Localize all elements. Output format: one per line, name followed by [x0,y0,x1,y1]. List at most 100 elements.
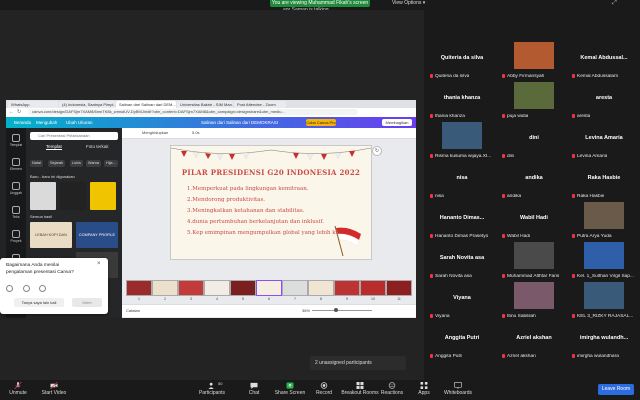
participant-tile[interactable]: puja widia [498,80,570,120]
participant-tile[interactable]: Muhammad Althfar Faris [498,240,570,280]
filter-chip[interactable]: Lukis [70,160,83,167]
start-video-button[interactable]: Start Video [34,382,74,396]
participant-tile[interactable]: Kemal Abdussal... Kemal Abdussalam [568,40,640,80]
participant-tile[interactable]: Raka Hasbie Raka Hasbie [568,160,640,200]
tab-templates[interactable]: Templat [46,144,62,150]
participant-tile[interactable]: Wabil Hadi Wabil Hadi [498,200,570,240]
participant-tile[interactable]: imirgha wulandh... imirgha wulandhara [568,320,640,360]
participant-tile[interactable]: dini dini [498,120,570,160]
rail-elements[interactable]: Elemen [6,158,26,171]
slide-thumb[interactable]: 11 [386,280,412,301]
filter-chip[interactable]: Warna [86,160,102,167]
muted-mic-icon [502,114,505,118]
participant-tile[interactable]: Abby Firmansyah [498,40,570,80]
file-menu[interactable]: Mengubah [36,117,57,128]
slide-thumb-active[interactable]: 6 [256,280,282,301]
rating-option[interactable] [6,285,13,292]
participant-tile[interactable]: Anggita Putri Anggita Putri [426,320,498,360]
participant-tile[interactable]: Risma kusuma wijaya.XI... [426,120,498,160]
slide-thumb[interactable]: 10 [360,280,386,301]
unassigned-participants[interactable]: 2 unassigned participants [310,356,406,370]
muted-mic-icon [502,354,505,358]
chat-button[interactable]: Chat [234,382,274,396]
whiteboards-button[interactable]: Whiteboards [438,382,478,396]
slide-thumb[interactable]: 3 [178,280,204,301]
filter-chip[interactable]: Natal [30,160,43,167]
notes-button[interactable]: Catatan [126,308,140,313]
slide-thumb[interactable]: 9 [334,280,360,301]
participant-tile[interactable]: andika andika [498,160,570,200]
filter-chip[interactable]: Hija... [104,160,118,167]
rail-templates[interactable]: Templat [6,134,26,147]
slide-thumb[interactable]: 2 [152,280,178,301]
browser-tab[interactable]: Universitas Bakrie - SIM Man... [177,101,233,108]
home-link[interactable]: Beranda [14,117,31,128]
rail-text[interactable]: Teks [6,206,26,219]
browser-tab-active[interactable]: Salinan dari Salinan dari DEM... [116,101,176,108]
template-thumbnail[interactable] [30,182,56,210]
participant-tile[interactable]: Kel. 1_Sulthan Virgil Sap... [568,240,640,280]
participant-label-text: Viyana [435,314,450,319]
slide-point: 5.Kep emimpinan mengumpulkan global yang… [187,230,347,236]
leave-room-button[interactable]: Leave Room [598,384,634,395]
slide-thumb[interactable]: 8 [308,280,334,301]
zoom-level[interactable]: 38% [302,308,310,313]
back-icon[interactable]: ← [9,109,14,115]
rating-option[interactable] [22,285,30,292]
filter-chip[interactable]: Sejarah [48,160,66,167]
template-thumbnail[interactable]: LEBAH KOPI DAN [30,222,72,248]
reload-icon[interactable]: ↻ [17,109,21,115]
slide-thumb[interactable]: 7 [282,280,308,301]
participant-tile[interactable]: Sarah Novita asa Sarah Novita asa [426,240,498,280]
participant-tile[interactable]: Hananto Dimas... Hananto Dimas Prasetyo [426,200,498,240]
refresh-icon[interactable]: ↻ [372,146,382,156]
participant-count: 50 [218,381,223,386]
slide-thumb[interactable]: 5 [230,280,256,301]
template-thumbnail[interactable] [60,182,86,210]
participant-tile[interactable]: nisa nisa [426,160,498,200]
participant-label: nisa [430,194,444,199]
submit-button[interactable]: Kirim [72,298,102,307]
rating-option[interactable] [39,285,47,292]
timing-button[interactable]: 5.0s [192,130,200,135]
template-search-input[interactable]: Cari Presentasi Pelaksanaan [30,132,118,140]
participant-tile[interactable]: Levina Amaria Levina Amaria [568,120,640,160]
participant-tile[interactable]: thania khanza thania khanza [426,80,498,120]
participant-video [514,242,554,269]
zoom-slider-handle[interactable] [334,308,338,312]
slide-thumb[interactable]: 4 [204,280,230,301]
participant-tile[interactable]: Ibnu Sabililah [498,280,570,320]
close-icon[interactable]: × [97,261,101,267]
fullscreen-icon[interactable]: ⤢ [612,0,617,7]
participant-tile[interactable]: Azriel akshan Azriel akshan [498,320,570,360]
url-input[interactable]: canva.com/design/DAFSjm7XAM8/6mnTK8k_wms… [28,109,358,115]
template-thumbnail[interactable]: COMPANY PROFILE [76,222,118,248]
slide-thumb[interactable]: 1 [126,280,152,301]
animate-button[interactable]: Menghidupkan [142,130,168,135]
muted-mic-icon [572,154,575,158]
participant-tile[interactable]: Viyana Viyana [426,280,498,320]
participant-tile[interactable]: Putra Arya Yuda [568,200,640,240]
participant-label: Putra Arya Yuda [572,234,612,239]
unmute-button[interactable]: Unmute [0,382,38,396]
ask-later-button[interactable]: Tanya saya lain kali [14,298,64,307]
participant-tile[interactable]: Quiteria da silva Quiteria da silva [426,40,498,80]
tab-related-photos[interactable]: Foto terkait [86,144,109,149]
participant-tile[interactable]: KEL 3_RIZKY RAJASAL... [568,280,640,320]
template-thumbnail[interactable] [90,182,116,210]
document-title[interactable]: Salinan dari Salinan dari DEMOKRASI [201,117,278,128]
browser-tab[interactable]: Post Attendee - Zoom [234,101,286,108]
rail-uploads[interactable]: Unggah [6,182,26,195]
zoom-slider[interactable] [312,310,372,311]
share-button[interactable]: Membagikan [382,119,412,126]
participants-button[interactable]: Participants 50 [192,381,232,396]
rail-projects[interactable]: Proyek [6,230,26,243]
browser-tab[interactable]: WhatsApp [8,101,58,108]
participant-tile[interactable]: aresta aresta [568,80,640,120]
participant-name: andika [525,175,543,181]
try-pro-button[interactable]: Coba Canva Pro [306,119,336,126]
resize-menu[interactable]: Ubah Ukuran [66,117,93,128]
slide[interactable]: PILAR PRESIDENSI G20 INDONESIA 2022 1.Me… [170,145,372,260]
browser-tab[interactable]: (4) Indonesia, Saatnya Pimpi... [59,101,115,108]
view-options-button[interactable]: View Options ▾ [392,0,425,7]
